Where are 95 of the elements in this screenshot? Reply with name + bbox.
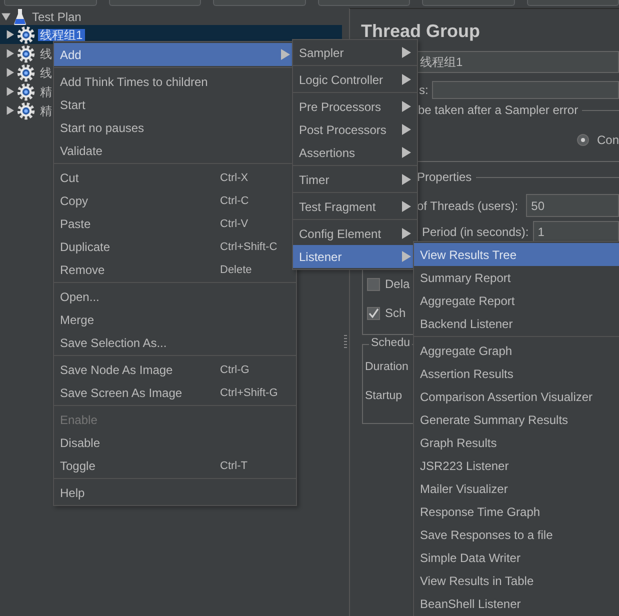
menu-item[interactable]: Post Processors	[293, 118, 417, 141]
menu-item[interactable]: Save Node As Image Ctrl-G	[54, 358, 296, 381]
shortcut-label: Ctrl-G	[220, 364, 250, 376]
menu-item[interactable]: BeanShell Listener	[414, 592, 619, 615]
gear-icon	[17, 26, 35, 44]
tree-item-label[interactable]: 精	[38, 104, 54, 116]
tree-item-label[interactable]: Test Plan	[30, 10, 84, 22]
menu-item[interactable]: Assertions	[293, 141, 417, 164]
gear-icon	[17, 82, 35, 100]
menu-item[interactable]: Open...	[54, 285, 296, 308]
menu-item[interactable]: Pre Processors	[293, 95, 417, 118]
caret-icon	[6, 106, 14, 114]
menu-item[interactable]: Save Screen As Image Ctrl+Shift-G	[54, 381, 296, 404]
field-label: Duration	[364, 361, 408, 373]
caret-icon	[401, 201, 411, 212]
menu-item[interactable]: Toggle Ctrl-T	[54, 454, 296, 477]
caret-icon	[401, 47, 411, 58]
menu-item[interactable]: Test Fragment	[293, 195, 417, 218]
checkbox-label: Dela	[384, 277, 410, 291]
menu-item[interactable]: Graph Results	[414, 431, 619, 454]
caret-icon	[6, 30, 14, 38]
panel-title: Thread Group	[360, 20, 480, 43]
tree-item-label[interactable]: 线	[38, 48, 54, 60]
shortcut-label: Ctrl-C	[220, 194, 249, 206]
menu-item[interactable]: Logic Controller	[293, 68, 417, 91]
menu-item[interactable]: View Results in Table	[414, 569, 619, 592]
shortcut-label: Ctrl+Shift-G	[220, 386, 278, 398]
radio-button[interactable]	[576, 134, 589, 146]
caret-icon	[6, 68, 14, 76]
menu-item[interactable]: Aggregate Graph	[414, 339, 619, 362]
menu-item[interactable]: Start	[54, 93, 296, 116]
checkbox[interactable]	[366, 306, 380, 320]
menu-item[interactable]: Merge	[54, 308, 296, 331]
ramp-up-field[interactable]: 1	[532, 220, 619, 242]
menu-item[interactable]: Remove Delete	[54, 258, 296, 281]
group-legend: Properties	[416, 170, 472, 184]
flask-icon	[13, 8, 27, 26]
menu-item[interactable]: Config Element	[293, 222, 417, 245]
menu-item[interactable]: Mailer Visualizer	[414, 477, 619, 500]
menu-item[interactable]: Paste Ctrl-V	[54, 212, 296, 235]
menu-item[interactable]: Timer	[293, 168, 417, 191]
menu-item[interactable]: View Results Tree	[414, 243, 619, 266]
tree-item-label[interactable]: 线	[38, 66, 54, 78]
menu-item[interactable]: JSR223 Listener	[414, 454, 619, 477]
gear-icon	[17, 44, 35, 62]
tree-item-label[interactable]: 线程组1	[38, 28, 85, 40]
menu-item[interactable]: Aggregate Report	[414, 289, 619, 312]
threads-field[interactable]: 50	[526, 194, 619, 217]
shortcut-label: Ctrl+Shift-C	[220, 240, 278, 252]
group-legend: be taken after a Sampler error	[418, 103, 578, 117]
splitter-grip[interactable]	[344, 335, 347, 349]
caret-icon	[401, 251, 411, 262]
menu-item[interactable]: Cut Ctrl-X	[54, 166, 296, 189]
field-label: Period (in seconds):	[422, 224, 529, 238]
gear-icon	[17, 102, 35, 120]
field-label: s:	[418, 83, 428, 97]
caret-icon	[401, 101, 411, 112]
menu-item[interactable]: Duplicate Ctrl+Shift-C	[54, 235, 296, 258]
caret-icon	[401, 124, 411, 135]
menu-item[interactable]: Response Time Graph	[414, 500, 619, 523]
menu-item[interactable]: Disable	[54, 431, 296, 454]
caret-icon	[280, 49, 290, 60]
radio-label: Con	[596, 133, 619, 147]
comments-field[interactable]	[432, 81, 619, 99]
tree-item-label[interactable]: 精	[38, 86, 54, 98]
caret-icon	[401, 228, 411, 239]
shortcut-label: Ctrl-X	[220, 172, 248, 184]
menu-item[interactable]: Summary Report	[414, 266, 619, 289]
menu-item[interactable]: Save Responses to a file	[414, 523, 619, 546]
shortcut-label: Ctrl-V	[220, 218, 248, 230]
checkbox[interactable]	[366, 278, 380, 290]
menu-item[interactable]: Sampler	[293, 41, 417, 64]
caret-icon	[401, 147, 411, 158]
menu-item[interactable]: Comparison Assertion Visualizer	[414, 385, 619, 408]
menu-item[interactable]: Backend Listener	[414, 312, 619, 335]
caret-icon	[6, 48, 14, 58]
group-legend: Schedu	[368, 337, 412, 349]
menu-item[interactable]: Add Think Times to children	[54, 70, 296, 93]
gear-icon	[17, 64, 35, 82]
caret-icon	[2, 12, 10, 20]
menu-item[interactable]: Help	[54, 481, 296, 504]
checkbox-label: Sch	[384, 306, 406, 320]
caret-icon	[6, 86, 14, 96]
caret-icon	[401, 174, 411, 185]
shortcut-label: Delete	[220, 264, 252, 276]
field-label: Startup	[364, 390, 402, 402]
menu-item[interactable]: Copy Ctrl-C	[54, 189, 296, 212]
shortcut-label: Ctrl-T	[220, 460, 248, 472]
caret-icon	[401, 74, 411, 85]
menu-item[interactable]: Simple Data Writer	[414, 546, 619, 569]
menu-item[interactable]: Start no pauses	[54, 116, 296, 139]
menu-item[interactable]: Generate Summary Results	[414, 408, 619, 431]
menu-item[interactable]: Validate	[54, 139, 296, 162]
menu-item[interactable]: Assertion Results	[414, 362, 619, 385]
menu-item[interactable]: Save Selection As...	[54, 331, 296, 354]
